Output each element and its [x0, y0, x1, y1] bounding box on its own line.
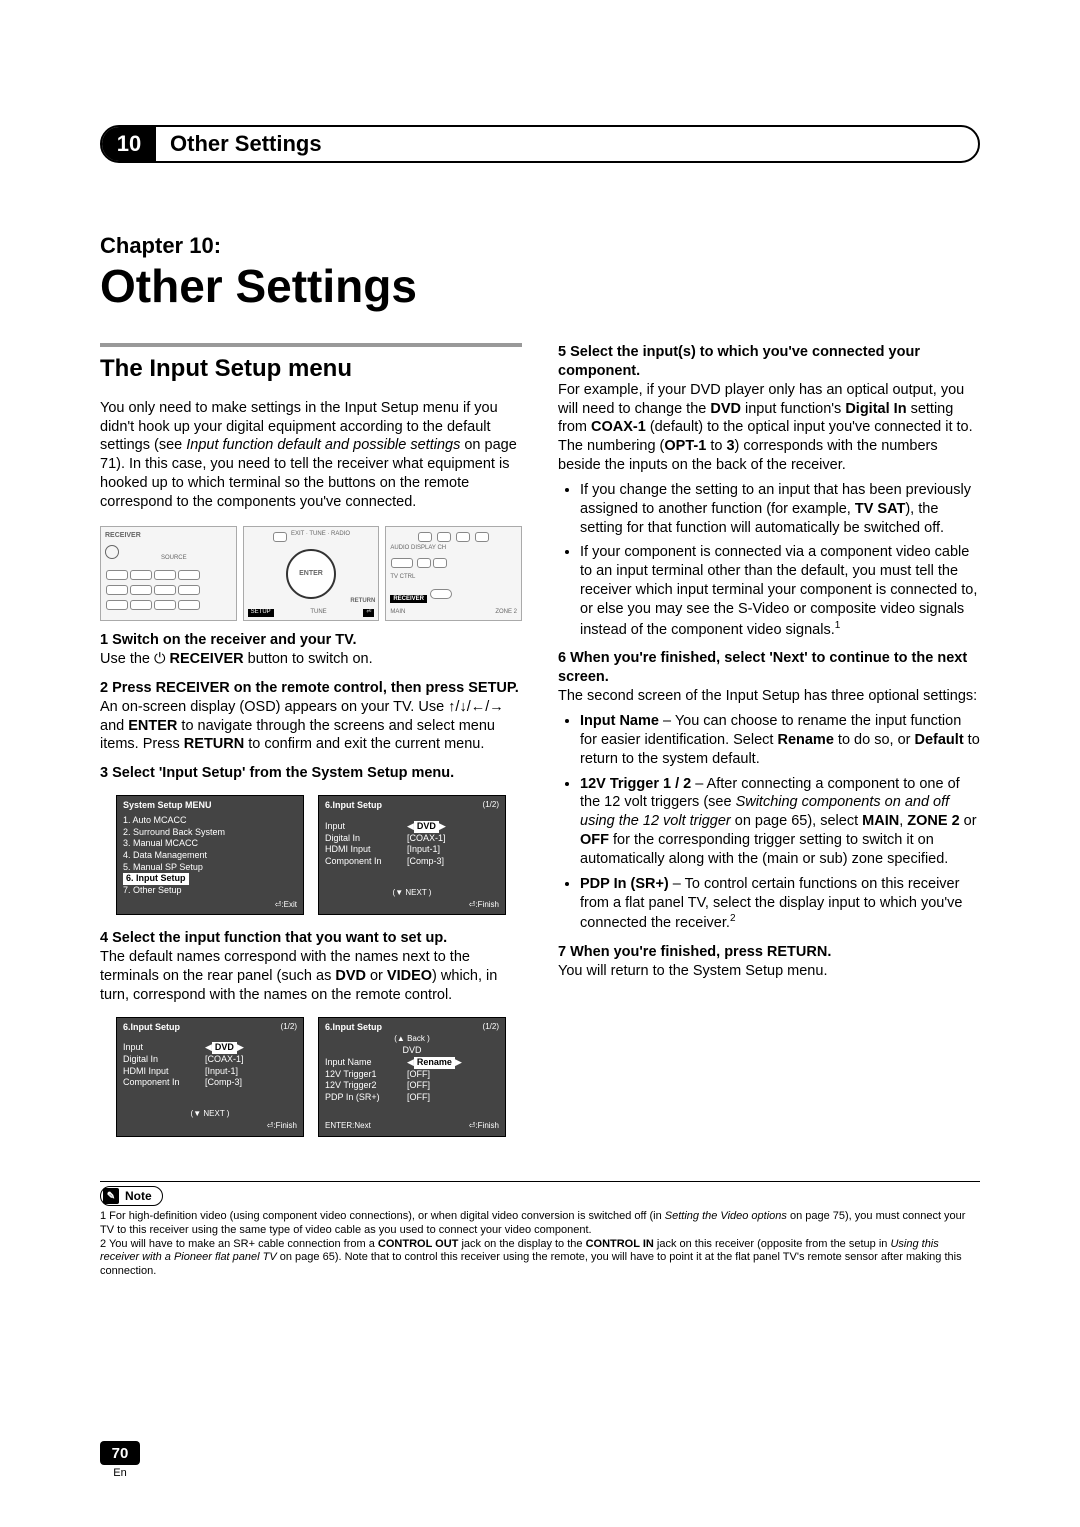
- step-4-body: The default names correspond with the na…: [100, 948, 522, 1005]
- remote-control-figure: RECEIVER SOURCE EXIT · TUNE · RADIO ENTE…: [100, 526, 522, 621]
- osd-system-setup: System Setup MENU 1. Auto MCACC 2. Surro…: [116, 795, 304, 915]
- step-4: 4 Select the input function that you wan…: [100, 929, 522, 1004]
- step-2-title: 2 Press RECEIVER on the remote control, …: [100, 679, 522, 698]
- bullet-1: If you change the setting to an input th…: [580, 481, 980, 538]
- step-6-body: The second screen of the Input Setup has…: [558, 687, 980, 706]
- step-7: 7 When you're finished, press RETURN. Yo…: [558, 943, 980, 981]
- chapter-number-badge: 10: [102, 127, 156, 161]
- chapter-title: Other Settings: [100, 259, 980, 313]
- step-3-title: 3 Select 'Input Setup' from the System S…: [100, 764, 522, 783]
- step-1-title: 1 Switch on the receiver and your TV.: [100, 631, 522, 650]
- enter-button-figure: ENTER: [286, 549, 336, 599]
- step-1: 1 Switch on the receiver and your TV. Us…: [100, 631, 522, 669]
- footnote-1: 1 For high-definition video (using compo…: [100, 1210, 980, 1238]
- option-12v-trigger: 12V Trigger 1 / 2 – After connecting a c…: [580, 775, 980, 869]
- step-3: 3 Select 'Input Setup' from the System S…: [100, 764, 522, 783]
- step-5-body: For example, if your DVD player only has…: [558, 381, 980, 475]
- osd-input-setup-2: 6.Input Setup (1/2) Input◀DVD▶ Digital I…: [116, 1017, 304, 1137]
- step-2-body: An on-screen display (OSD) appears on yo…: [100, 698, 522, 755]
- pencil-icon: ✎: [103, 1188, 119, 1204]
- section-rule: [100, 343, 522, 347]
- footnote-separator: [100, 1181, 980, 1182]
- section-heading: The Input Setup menu: [100, 353, 522, 384]
- option-input-name: Input Name – You can choose to rename th…: [580, 712, 980, 769]
- footnotes: 1 For high-definition video (using compo…: [100, 1210, 980, 1279]
- chapter-label: Chapter 10:: [100, 233, 980, 259]
- footnote-2: 2 You will have to make an SR+ cable con…: [100, 1238, 980, 1279]
- language-code: En: [100, 1467, 140, 1479]
- remote-block-center: EXIT · TUNE · RADIO ENTER SETUPTUNE⏎ RET…: [243, 526, 380, 621]
- chapter-header-title: Other Settings: [156, 131, 322, 157]
- osd-row-2: 6.Input Setup (1/2) Input◀DVD▶ Digital I…: [100, 1017, 522, 1137]
- step-6-title: 6 When you're finished, select 'Next' to…: [558, 649, 980, 687]
- intro-paragraph: You only need to make settings in the In…: [100, 399, 522, 512]
- note-header: ✎ Note: [100, 1186, 163, 1206]
- left-column: The Input Setup menu You only need to ma…: [100, 343, 522, 1151]
- step-4-title: 4 Select the input function that you wan…: [100, 929, 522, 948]
- step-5-bullets: If you change the setting to an input th…: [580, 481, 980, 640]
- osd-input-setup-3: 6.Input Setup (1/2) (▲ Back ) DVD Input …: [318, 1017, 506, 1137]
- remote-block-left: RECEIVER SOURCE: [100, 526, 237, 621]
- step-6-options: Input Name – You can choose to rename th…: [580, 712, 980, 933]
- page-footer: 70 En: [100, 1441, 140, 1479]
- osd-input-setup-1: 6.Input Setup (1/2) Input◀DVD▶ Digital I…: [318, 795, 506, 915]
- right-column: 5 Select the input(s) to which you've co…: [558, 343, 980, 1151]
- chapter-header-bar: 10 Other Settings: [100, 125, 980, 163]
- step-1-body: Use the ⏻ RECEIVER button to switch on.: [100, 650, 522, 669]
- step-5-title: 5 Select the input(s) to which you've co…: [558, 343, 980, 381]
- remote-block-right: AUDIO DISPLAY CH TV CTRL RECEIVER MAINZO…: [385, 526, 522, 621]
- note-label: Note: [125, 1189, 152, 1203]
- bullet-2: If your component is connected via a com…: [580, 543, 980, 639]
- option-pdp-in: PDP In (SR+) – To control certain functi…: [580, 875, 980, 933]
- step-2: 2 Press RECEIVER on the remote control, …: [100, 679, 522, 754]
- step-6: 6 When you're finished, select 'Next' to…: [558, 649, 980, 933]
- step-5: 5 Select the input(s) to which you've co…: [558, 343, 980, 639]
- step-7-body: You will return to the System Setup menu…: [558, 962, 980, 981]
- osd-row-1: System Setup MENU 1. Auto MCACC 2. Surro…: [100, 795, 522, 915]
- step-7-title: 7 When you're finished, press RETURN.: [558, 943, 980, 962]
- page-number: 70: [100, 1441, 140, 1465]
